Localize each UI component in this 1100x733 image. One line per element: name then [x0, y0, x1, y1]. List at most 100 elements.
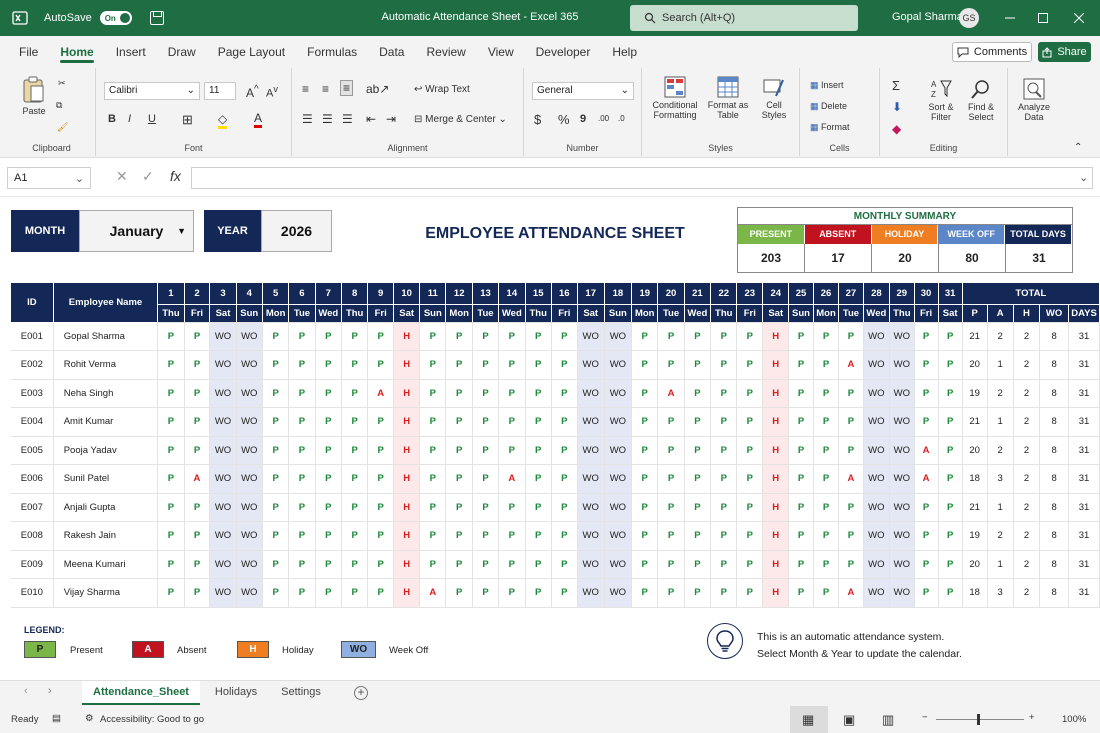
attendance-cell[interactable]: P — [736, 521, 764, 551]
attendance-cell[interactable]: WO — [577, 436, 605, 465]
attendance-cell[interactable]: P — [813, 322, 840, 351]
attendance-cell[interactable]: P — [157, 407, 185, 437]
attendance-cell[interactable]: P — [315, 578, 343, 608]
analyze-data-button[interactable]: Analyze Data — [1014, 78, 1054, 122]
attendance-cell[interactable]: P — [525, 464, 552, 494]
attendance-cell[interactable]: P — [525, 550, 552, 579]
attendance-cell[interactable]: P — [157, 493, 185, 522]
tab-holidays[interactable]: Holidays — [204, 681, 268, 705]
attendance-cell[interactable]: P — [157, 550, 185, 579]
attendance-cell[interactable]: H — [393, 407, 421, 437]
attendance-cell[interactable]: P — [788, 379, 814, 408]
attendance-cell[interactable]: P — [551, 521, 578, 551]
increase-font-icon[interactable]: A^ — [246, 84, 259, 100]
attendance-cell[interactable]: P — [736, 578, 764, 608]
attendance-cell[interactable]: P — [914, 550, 939, 579]
attendance-cell[interactable]: P — [445, 407, 473, 437]
attendance-cell[interactable]: P — [525, 407, 552, 437]
attendance-cell[interactable]: H — [762, 350, 790, 380]
attendance-cell[interactable]: A — [838, 578, 864, 608]
attendance-cell[interactable]: P — [445, 464, 473, 494]
attendance-cell[interactable]: P — [938, 464, 963, 494]
increase-indent-icon[interactable]: ⇥ — [386, 112, 396, 126]
menu-data[interactable]: Data — [368, 36, 415, 66]
attendance-cell[interactable]: H — [762, 493, 790, 522]
attendance-cell[interactable]: A — [838, 350, 864, 380]
menu-view[interactable]: View — [477, 36, 525, 66]
attendance-cell[interactable]: P — [710, 493, 738, 522]
decrease-decimal-icon[interactable]: .0 — [618, 114, 625, 123]
attendance-cell[interactable]: P — [684, 521, 712, 551]
attendance-cell[interactable]: WO — [577, 407, 605, 437]
attendance-cell[interactable]: P — [419, 464, 447, 494]
attendance-cell[interactable]: P — [813, 407, 840, 437]
attendance-cell[interactable]: P — [498, 322, 526, 351]
number-format-dropdown[interactable]: General ⌄ — [532, 82, 634, 100]
attendance-cell[interactable]: P — [710, 322, 738, 351]
attendance-cell[interactable]: A — [498, 464, 526, 494]
attendance-cell[interactable]: P — [288, 350, 316, 380]
attendance-cell[interactable]: P — [498, 407, 526, 437]
attendance-cell[interactable]: P — [367, 493, 395, 522]
attendance-cell[interactable]: WO — [236, 350, 263, 380]
attendance-cell[interactable]: H — [393, 550, 421, 579]
month-dropdown[interactable]: January ▼ — [79, 210, 194, 252]
attendance-cell[interactable]: P — [657, 464, 685, 494]
attendance-cell[interactable]: P — [288, 436, 316, 465]
attendance-cell[interactable]: P — [710, 379, 738, 408]
align-bottom-icon[interactable]: ≡ — [340, 80, 354, 96]
attendance-cell[interactable]: P — [341, 407, 369, 437]
attendance-cell[interactable]: P — [631, 350, 659, 380]
attendance-cell[interactable]: P — [157, 350, 185, 380]
attendance-cell[interactable]: WO — [236, 550, 263, 579]
attendance-cell[interactable]: P — [684, 379, 712, 408]
increase-decimal-icon[interactable]: .00 — [598, 114, 609, 123]
attendance-cell[interactable]: P — [472, 407, 500, 437]
wrap-text-button[interactable]: ↩ Wrap Text — [414, 84, 470, 95]
attendance-cell[interactable]: P — [657, 322, 685, 351]
attendance-cell[interactable]: P — [498, 550, 526, 579]
attendance-cell[interactable]: H — [762, 407, 790, 437]
attendance-cell[interactable]: WO — [889, 464, 915, 494]
attendance-cell[interactable]: P — [288, 464, 316, 494]
attendance-cell[interactable]: P — [710, 436, 738, 465]
attendance-cell[interactable]: P — [184, 493, 211, 522]
attendance-cell[interactable]: P — [631, 407, 659, 437]
attendance-cell[interactable]: P — [445, 379, 473, 408]
attendance-cell[interactable]: H — [762, 322, 790, 351]
attendance-cell[interactable]: P — [262, 436, 290, 465]
attendance-cell[interactable]: P — [788, 578, 814, 608]
close-button[interactable] — [1069, 8, 1089, 28]
attendance-cell[interactable]: P — [341, 578, 369, 608]
decrease-indent-icon[interactable]: ⇤ — [366, 112, 376, 126]
attendance-cell[interactable]: P — [525, 521, 552, 551]
attendance-cell[interactable]: WO — [604, 521, 633, 551]
attendance-cell[interactable]: H — [393, 436, 421, 465]
attendance-cell[interactable]: WO — [604, 493, 633, 522]
attendance-cell[interactable]: P — [445, 550, 473, 579]
attendance-cell[interactable]: P — [813, 550, 840, 579]
attendance-cell[interactable]: WO — [236, 436, 263, 465]
align-center-icon[interactable]: ☰ — [322, 112, 333, 126]
attendance-cell[interactable]: WO — [577, 322, 605, 351]
attendance-cell[interactable]: P — [367, 322, 395, 351]
attendance-cell[interactable]: P — [157, 379, 185, 408]
attendance-cell[interactable]: H — [393, 578, 421, 608]
attendance-cell[interactable]: P — [813, 350, 840, 380]
attendance-cell[interactable]: WO — [577, 578, 605, 608]
attendance-cell[interactable]: P — [315, 379, 343, 408]
font-name-dropdown[interactable]: Calibri ⌄ — [104, 82, 200, 100]
attendance-cell[interactable]: P — [472, 578, 500, 608]
attendance-cell[interactable]: P — [938, 578, 963, 608]
attendance-cell[interactable]: WO — [863, 550, 891, 579]
attendance-cell[interactable]: P — [262, 578, 290, 608]
attendance-cell[interactable]: A — [914, 436, 939, 465]
attendance-cell[interactable]: P — [736, 550, 764, 579]
attendance-cell[interactable]: P — [288, 521, 316, 551]
attendance-cell[interactable]: P — [367, 350, 395, 380]
attendance-cell[interactable]: P — [262, 350, 290, 380]
attendance-cell[interactable]: P — [498, 493, 526, 522]
zoom-slider[interactable] — [936, 719, 1024, 720]
attendance-cell[interactable]: WO — [209, 322, 237, 351]
attendance-cell[interactable]: P — [788, 521, 814, 551]
